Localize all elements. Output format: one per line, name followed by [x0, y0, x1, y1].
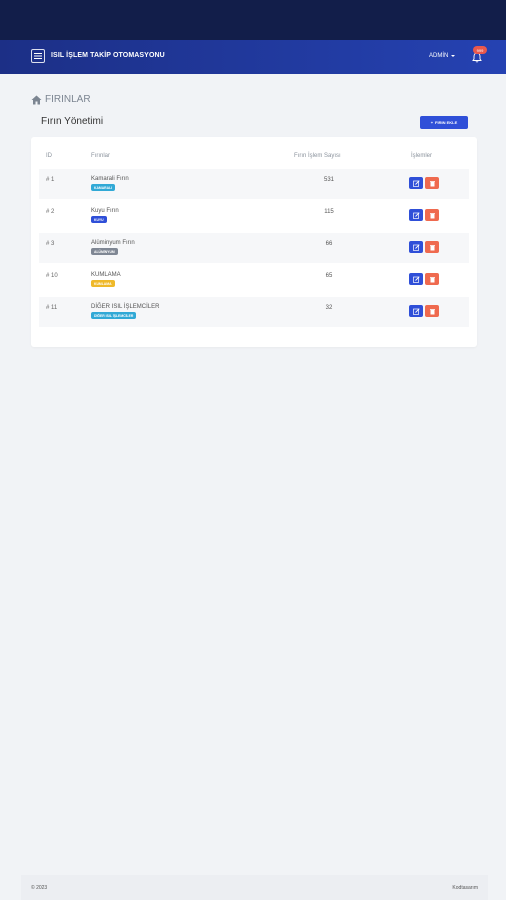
row-process-count: 65 — [325, 273, 333, 279]
card-title: Fırın Yönetimi — [41, 116, 104, 127]
edit-icon — [412, 307, 420, 315]
row-id: # 2 — [46, 209, 55, 215]
copyright-text: © 2023 — [31, 885, 48, 891]
edit-icon — [412, 179, 420, 187]
page-title: FIRINLAR — [31, 94, 91, 105]
delete-button[interactable] — [425, 209, 439, 221]
row-process-count: 531 — [323, 177, 334, 183]
row-id: # 3 — [46, 241, 55, 247]
table-row: # 2 Kuyu Fırın KUYU 115 — [39, 201, 469, 231]
row-furnace-name: DİĞER ISIL İŞLEMCİLER — [91, 304, 160, 310]
table-row: # 3 Alüminyum Fırın ALÜMİNYUM 66 — [39, 233, 469, 263]
credit-link[interactable]: Kodtasarım — [452, 885, 478, 891]
row-type-badge: DİĞER ISIL İŞLEMCİLER — [91, 312, 137, 319]
table-header: ID Fırınlar Fırın İşlem Sayısı İşlemler — [31, 137, 477, 169]
row-process-count: 115 — [324, 209, 334, 215]
row-id: # 1 — [46, 177, 55, 183]
row-type-badge: KUYU — [91, 216, 107, 223]
row-type-badge: ALÜMİNYUM — [91, 248, 118, 255]
chevron-down-icon — [451, 55, 456, 57]
plus-icon: + — [430, 120, 434, 125]
menu-toggle-button[interactable] — [31, 49, 45, 63]
furnace-table-card: ID Fırınlar Fırın İşlem Sayısı İşlemler … — [31, 137, 477, 347]
user-name: ADMİN — [429, 53, 449, 59]
row-furnace-name: Alüminyum Fırın — [91, 240, 135, 246]
edit-icon — [412, 243, 420, 251]
page-footer: © 2023 Kodtasarım — [21, 875, 488, 900]
row-furnace-name: Kamarali Fırın — [91, 176, 129, 182]
row-process-count: 66 — [325, 241, 333, 247]
delete-button[interactable] — [425, 241, 439, 253]
edit-icon — [412, 211, 420, 219]
edit-button[interactable] — [409, 209, 423, 221]
user-menu[interactable]: ADMİN — [429, 53, 456, 59]
add-furnace-label: FIRIN EKLE — [435, 120, 458, 125]
page-heading-text: FIRINLAR — [45, 94, 91, 105]
trash-icon — [429, 276, 435, 282]
edit-icon — [412, 275, 420, 283]
row-type-badge: KAMARALI — [91, 184, 116, 191]
row-furnace-name: Kuyu Fırın — [91, 208, 119, 214]
status-strip — [0, 0, 506, 40]
edit-button[interactable] — [409, 305, 423, 317]
top-navbar: ISIL İŞLEM TAKİP OTOMASYONU ADMİN 999 — [0, 40, 506, 74]
column-header-actions: İşlemler — [411, 153, 433, 159]
column-header-id: ID — [46, 153, 52, 159]
edit-button[interactable] — [409, 177, 423, 189]
delete-button[interactable] — [425, 273, 439, 285]
column-header-furnaces: Fırınlar — [91, 153, 111, 159]
home-icon — [31, 95, 42, 104]
trash-icon — [429, 244, 435, 250]
trash-icon — [429, 180, 435, 186]
delete-button[interactable] — [425, 305, 439, 317]
trash-icon — [429, 212, 435, 218]
trash-icon — [429, 308, 435, 314]
hamburger-icon — [34, 53, 42, 59]
row-id: # 10 — [46, 273, 58, 279]
row-id: # 11 — [46, 305, 58, 311]
app-brand[interactable]: ISIL İŞLEM TAKİP OTOMASYONU — [51, 52, 165, 59]
table-row: # 10 KUMLAMA KUMLAMA 65 — [39, 265, 469, 295]
row-process-count: 32 — [325, 305, 333, 311]
table-row: # 11 DİĞER ISIL İŞLEMCİLER DİĞER ISIL İŞ… — [39, 297, 469, 327]
column-header-process-count: Fırın İşlem Sayısı — [294, 153, 341, 159]
row-furnace-name: KUMLAMA — [91, 272, 121, 278]
notification-badge: 999 — [473, 46, 487, 54]
add-furnace-button[interactable]: + FIRIN EKLE — [420, 116, 468, 129]
row-type-badge: KUMLAMA — [91, 280, 115, 287]
table-row: # 1 Kamarali Fırın KAMARALI 531 — [39, 169, 469, 199]
delete-button[interactable] — [425, 177, 439, 189]
edit-button[interactable] — [409, 241, 423, 253]
edit-button[interactable] — [409, 273, 423, 285]
